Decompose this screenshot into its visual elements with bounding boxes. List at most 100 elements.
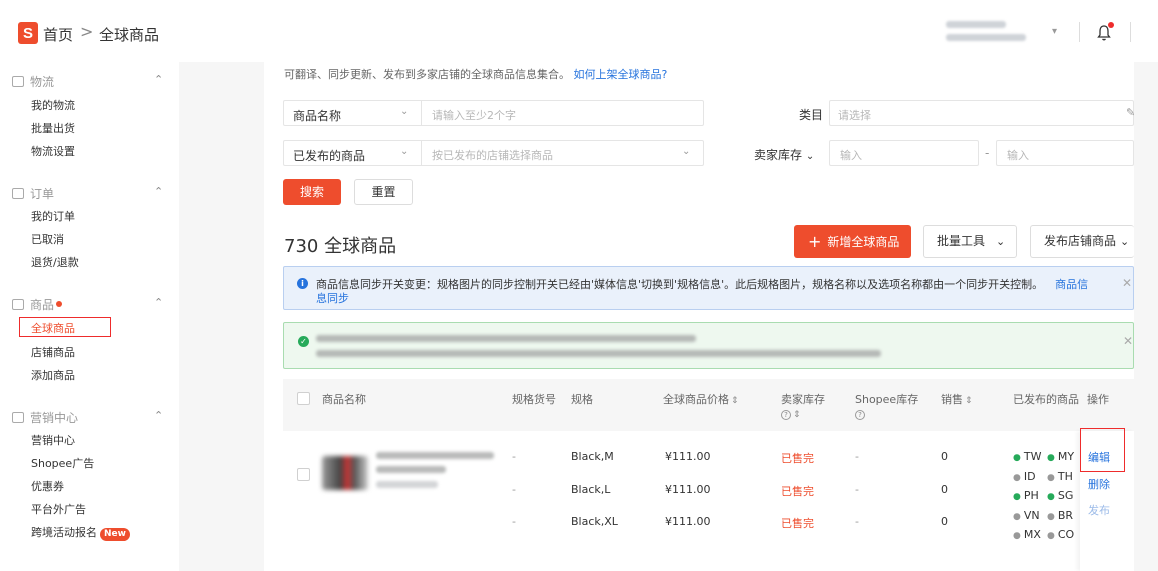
sidebar-item-cross-border-campaigns[interactable]: 跨境活动报名 New [31, 524, 130, 541]
publish-shop-product-button[interactable]: 发布店铺商品 ⌄ [1030, 225, 1134, 258]
sidebar-item-my-logistics[interactable]: 我的物流 [31, 97, 75, 113]
market-code: VN [1023, 509, 1040, 522]
sync-info-link[interactable]: 商品信 [1055, 278, 1088, 291]
market-tag: ● SG [1047, 489, 1073, 502]
market-tag: ● TW [1013, 450, 1041, 463]
sidebar-item-batch-ship[interactable]: 批量出货 [31, 120, 75, 136]
row-checkbox[interactable] [297, 468, 310, 481]
stock-max-input[interactable]: 输入 [996, 140, 1134, 166]
sidebar-section-logistics[interactable]: 物流 ⌃ [12, 73, 163, 90]
col-seller-stock-label: 卖家库存 [781, 393, 825, 406]
chevron-down-icon[interactable]: ⌄ [400, 146, 408, 157]
row-sales: 0 [941, 483, 948, 496]
batch-tools-button[interactable]: 批量工具 ⌄ [923, 225, 1017, 258]
market-tag: ● MX [1013, 528, 1041, 541]
sidebar-item-shopee-ads[interactable]: Shopee广告 [31, 455, 94, 471]
delete-link[interactable]: 删除 [1088, 476, 1110, 492]
how-to-list-link[interactable]: 如何上架全球商品? [574, 68, 668, 81]
intro-text: 可翻译、同步更新、发布到多家店铺的全球商品信息集合。 如何上架全球商品? [284, 66, 667, 82]
sidebar-section-products[interactable]: 商品 ⌃ [12, 296, 163, 313]
col-price[interactable]: 全球商品价格 ⇕ [663, 391, 739, 407]
market-tag: ● VN [1013, 509, 1040, 522]
shop-select[interactable]: 按已发布的店铺选择商品 [432, 147, 553, 163]
notice-text: 商品信息同步开关变更：规格图片的同步控制开关已经由'媒体信息'切换到'规格信息'… [316, 276, 1088, 292]
seller-stock-label: 卖家库存 [754, 148, 803, 162]
col-sales[interactable]: 销售 ⇕ [941, 391, 973, 407]
blurred-product-id [376, 481, 438, 488]
product-thumbnail-blurred[interactable] [322, 456, 368, 490]
seller-stock-filter-label[interactable]: 卖家库存 ⌄ [754, 146, 814, 163]
status-dot: ● [1047, 512, 1055, 522]
chevron-down-icon: ⌄ [805, 151, 815, 162]
reset-button[interactable]: 重置 [354, 179, 413, 205]
select-all-checkbox[interactable] [297, 392, 310, 405]
chevron-up-icon[interactable]: ⌃ [154, 409, 163, 422]
sidebar-item-shop-products[interactable]: 店铺商品 [31, 344, 75, 360]
status-dot: ● [1013, 512, 1021, 522]
sidebar-item-global-products[interactable]: 全球商品 [31, 320, 75, 336]
publish-button-label: 发布店铺商品 [1044, 234, 1117, 248]
help-icon[interactable]: ? [855, 410, 865, 420]
market-code: MY [1057, 450, 1075, 463]
row-seller-stock: 已售完 [781, 452, 814, 465]
sidebar-section-marketing[interactable]: 营销中心 ⌃ [12, 409, 163, 426]
row-sku: - [512, 483, 516, 496]
publish-link[interactable]: 发布 [1088, 502, 1110, 518]
market-code: TW [1023, 450, 1042, 463]
sidebar-item-cancelled[interactable]: 已取消 [31, 231, 64, 247]
name-field-select[interactable]: 商品名称 [293, 107, 341, 124]
plus-icon: + [808, 232, 822, 251]
account-company-blurred [946, 34, 1026, 41]
sidebar-section-orders[interactable]: 订单 ⌃ [12, 185, 163, 202]
row-price: ¥111.00 [665, 483, 711, 496]
product-count-title: 730 全球商品 [284, 236, 397, 257]
status-dot: ● [1013, 473, 1021, 483]
stock-min-input[interactable]: 输入 [829, 140, 979, 166]
sort-icon: ⇕ [793, 410, 801, 420]
row-shopee-stock: - [855, 483, 859, 496]
chevron-up-icon[interactable]: ⌃ [154, 185, 163, 198]
help-icon[interactable]: ? [781, 410, 791, 420]
sync-info-link-cont[interactable]: 息同步 [316, 290, 349, 306]
market-code: SG [1057, 489, 1074, 502]
sidebar-item-offsite-ads[interactable]: 平台外广告 [31, 501, 86, 517]
chevron-up-icon[interactable]: ⌃ [154, 296, 163, 309]
close-icon[interactable]: ✕ [1122, 276, 1132, 290]
col-sku: 规格货号 [512, 393, 556, 406]
sidebar-item-my-orders[interactable]: 我的订单 [31, 208, 75, 224]
range-separator: - [985, 146, 990, 160]
shopee-logo-icon[interactable]: S [18, 22, 38, 44]
row-sales: 0 [941, 515, 948, 528]
sidebar-item-marketing-center[interactable]: 营销中心 [31, 432, 75, 448]
chevron-up-icon[interactable]: ⌃ [154, 73, 163, 86]
add-global-product-button[interactable]: + 新增全球商品 [794, 225, 911, 258]
chevron-down-icon[interactable]: ⌄ [682, 146, 690, 157]
sidebar-item-add-product[interactable]: 添加商品 [31, 367, 75, 383]
published-filter: 已发布的商品 ⌄ 按已发布的店铺选择商品 ⌄ [283, 140, 704, 166]
blurred-product-name [376, 452, 494, 459]
row-sku: - [512, 515, 516, 528]
sidebar-item-vouchers[interactable]: 优惠券 [31, 478, 64, 494]
col-published: 已发布的商品 [1013, 393, 1079, 406]
close-icon[interactable]: ✕ [1123, 334, 1133, 348]
product-name-input[interactable]: 请输入至少2个字 [432, 107, 516, 123]
row-variation: Black,M [571, 450, 614, 463]
row-price: ¥111.00 [665, 515, 711, 528]
account-switcher[interactable]: ▾ [940, 18, 1070, 50]
search-button[interactable]: 搜索 [283, 179, 341, 205]
market-code: PH [1023, 489, 1039, 502]
status-dot: ● [1047, 531, 1055, 541]
product-name-filter: 商品名称 ⌄ 请输入至少2个字 [283, 100, 704, 126]
sidebar-item-returns[interactable]: 退货/退款 [31, 254, 79, 270]
row-variation: Black,XL [571, 515, 618, 528]
published-select[interactable]: 已发布的商品 [293, 147, 365, 164]
category-select[interactable]: 请选择 ✎ [829, 100, 1136, 126]
chevron-down-icon[interactable]: ⌄ [400, 106, 408, 117]
breadcrumb-home[interactable]: 首页 [43, 24, 73, 45]
row-variation: Black,L [571, 483, 611, 496]
sidebar-item-logistics-settings[interactable]: 物流设置 [31, 143, 75, 159]
pencil-icon: ✎ [1126, 106, 1136, 119]
col-seller-stock[interactable]: 卖家库存? ⇕ [781, 391, 825, 420]
sidebar-item-label: 跨境活动报名 [31, 526, 97, 539]
top-bar: S 首页 > 全球商品 ▾ [0, 0, 1158, 62]
